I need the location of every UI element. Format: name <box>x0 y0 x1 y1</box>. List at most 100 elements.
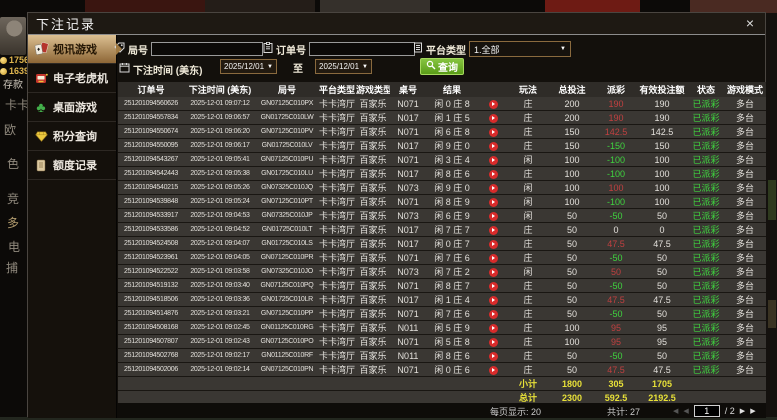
first-page-button[interactable]: ◀ <box>673 407 678 415</box>
cell-valid-bet: 47.5 <box>636 293 688 307</box>
sidebar-item-points[interactable]: 积分查询 <box>28 122 116 151</box>
cell-mode: 多台 <box>724 223 766 237</box>
platform-type-label: 平台类型 <box>426 42 466 57</box>
replay-icon[interactable] <box>489 310 498 319</box>
deposit-link: 存款 <box>3 76 30 91</box>
cell-replay <box>478 279 508 293</box>
table-row: 2512010945027682025-12-01 09:02:17GN0112… <box>118 349 766 363</box>
cell-status: 已派彩 <box>688 111 724 125</box>
balance-value: 1639 <box>9 66 27 76</box>
cell-platform: 卡卡湾厅 <box>318 111 356 125</box>
column-header <box>478 82 508 97</box>
sidebar-item-video-games[interactable]: 视讯游戏 <box>28 35 116 64</box>
cell-round-no: GN07125C010PN <box>256 363 318 377</box>
replay-icon[interactable] <box>489 324 498 333</box>
next-page-button[interactable]: ▶ <box>740 407 745 415</box>
replay-icon[interactable] <box>489 156 498 165</box>
background-banner <box>545 0 640 12</box>
replay-icon[interactable] <box>489 352 498 361</box>
cell-payout: -100 <box>596 167 636 181</box>
replay-icon[interactable] <box>489 100 498 109</box>
cell-game-type: 百家乐 <box>356 335 390 349</box>
cell-mode: 多台 <box>724 209 766 223</box>
cell-game-type: 百家乐 <box>356 279 390 293</box>
cell-platform: 卡卡湾厅 <box>318 125 356 139</box>
cell-platform: 卡卡湾厅 <box>318 223 356 237</box>
cell-mode: 多台 <box>724 321 766 335</box>
replay-icon[interactable] <box>489 184 498 193</box>
date-to-picker[interactable]: 2025/12/01 ▼ <box>315 59 372 74</box>
query-button[interactable]: 查询 <box>420 58 464 75</box>
replay-icon[interactable] <box>489 128 498 137</box>
cell-result: 闲 8 庄 9 <box>426 195 478 209</box>
column-header: 游戏类型 <box>356 82 390 97</box>
cell-time: 2025-12-01 09:03:21 <box>184 307 256 321</box>
cell-round-no: GN07325C010JP <box>256 209 318 223</box>
cell-payout: 95 <box>596 335 636 349</box>
last-page-button[interactable]: ▶ <box>750 407 755 415</box>
replay-icon[interactable] <box>489 212 498 221</box>
replay-icon[interactable] <box>489 282 498 291</box>
cell-result: 闲 6 庄 9 <box>426 209 478 223</box>
cell-time: 2025-12-01 09:02:43 <box>184 335 256 349</box>
cell-round-no: GN07125C010PP <box>256 307 318 321</box>
replay-icon[interactable] <box>489 226 498 235</box>
table-row: 2512010945424432025-12-01 09:05:38GN0172… <box>118 167 766 181</box>
replay-icon[interactable] <box>489 114 498 123</box>
cell-result: 闲 1 庄 5 <box>426 111 478 125</box>
cell-time: 2025-12-01 09:03:58 <box>184 265 256 279</box>
page-number-input[interactable] <box>694 405 720 417</box>
cell-platform: 卡卡湾厅 <box>318 153 356 167</box>
close-icon[interactable]: × <box>746 15 754 31</box>
cell-order-no: 251201094514876 <box>118 307 184 321</box>
platform-type-select[interactable]: 1.全部 ▼ <box>469 41 571 57</box>
sidebar-item-slots[interactable]: 电子老虎机 <box>28 64 116 93</box>
cell-mode: 多台 <box>724 125 766 139</box>
club-icon: ♣ <box>33 100 49 115</box>
cell-result: 闲 3 庄 4 <box>426 153 478 167</box>
table-row: 2512010945578342025-12-01 09:06:57GN0172… <box>118 111 766 125</box>
replay-icon[interactable] <box>489 366 498 375</box>
replay-icon[interactable] <box>489 142 498 151</box>
cell-status: 已派彩 <box>688 223 724 237</box>
cell-replay <box>478 335 508 349</box>
replay-icon[interactable] <box>489 268 498 277</box>
cell-order-no: 251201094523961 <box>118 251 184 265</box>
replay-icon[interactable] <box>489 198 498 207</box>
cell-game-type: 百家乐 <box>356 349 390 363</box>
cell-play: 闲 <box>508 153 548 167</box>
table-row: 2512010945191322025-12-01 09:03:40GN0712… <box>118 279 766 293</box>
replay-icon[interactable] <box>489 296 498 305</box>
cell-replay <box>478 321 508 335</box>
cell-round-no: GN01725C010LV <box>256 139 318 153</box>
sidebar-item-table-games[interactable]: ♣ 桌面游戏 <box>28 93 116 122</box>
cell-time: 2025-12-01 09:02:14 <box>184 363 256 377</box>
cell-order-no: 251201094550095 <box>118 139 184 153</box>
cell-status: 已派彩 <box>688 125 724 139</box>
date-from-picker[interactable]: 2025/12/01 ▼ <box>220 59 277 74</box>
cell-replay <box>478 363 508 377</box>
replay-icon[interactable] <box>489 254 498 263</box>
cell-game-type: 百家乐 <box>356 153 390 167</box>
cell-play: 庄 <box>508 223 548 237</box>
cell-total-bet: 50 <box>548 223 596 237</box>
subtotal-label: 小计 <box>508 377 548 391</box>
cell-game-type: 百家乐 <box>356 209 390 223</box>
cell-mode: 多台 <box>724 279 766 293</box>
replay-icon[interactable] <box>489 240 498 249</box>
cell-platform: 卡卡湾厅 <box>318 279 356 293</box>
cell-table-no: N071 <box>390 125 426 139</box>
cell-order-no: 251201094550674 <box>118 125 184 139</box>
replay-icon[interactable] <box>489 338 498 347</box>
cell-payout: 47.5 <box>596 293 636 307</box>
subtotal-payout: 305 <box>596 377 636 391</box>
cell-result: 闲 0 庄 8 <box>426 97 478 111</box>
sidebar-item-credit-record[interactable]: 额度记录 <box>28 151 116 180</box>
replay-icon[interactable] <box>489 170 498 179</box>
cell-valid-bet: 100 <box>636 195 688 209</box>
order-no-input[interactable] <box>309 42 415 56</box>
cell-payout: -50 <box>596 251 636 265</box>
prev-page-button[interactable]: ◀ <box>683 407 688 415</box>
cell-total-bet: 100 <box>548 167 596 181</box>
round-no-input[interactable] <box>151 42 263 56</box>
